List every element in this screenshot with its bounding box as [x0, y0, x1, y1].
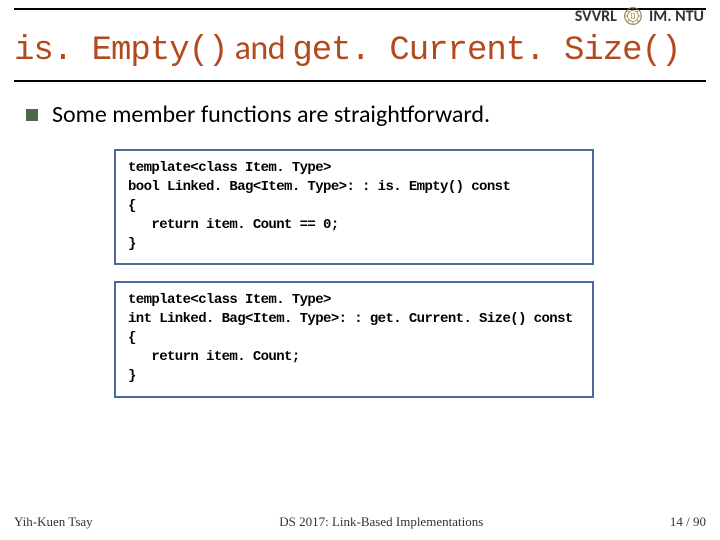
footer: Yih-Kuen Tsay DS 2017: Link-Based Implem… — [14, 514, 706, 530]
code-text-1: template<class Item. Type> bool Linked. … — [128, 159, 580, 253]
code-block-isempty: template<class Item. Type> bool Linked. … — [114, 149, 594, 265]
title-code-1: is. Empty() — [14, 32, 227, 70]
footer-author: Yih-Kuen Tsay — [14, 514, 93, 530]
slide-title: is. Empty() and get. Current. Size() — [14, 28, 706, 70]
footer-page: 14 / 90 — [670, 514, 706, 530]
code-text-2: template<class Item. Type> int Linked. B… — [128, 291, 580, 385]
bullet-row: Some member functions are straightforwar… — [26, 100, 694, 129]
header: SVVRL IM. NTU — [575, 6, 704, 26]
bullet-icon — [26, 109, 38, 121]
slide: is. Empty() and get. Current. Size() SVV… — [0, 0, 720, 540]
code-block-getcurrentsize: template<class Item. Type> int Linked. B… — [114, 281, 594, 397]
title-code-2: get. Current. Size() — [292, 32, 680, 70]
footer-course: DS 2017: Link-Based Implementations — [279, 514, 483, 530]
ntu-logo-icon — [623, 6, 643, 26]
header-left: SVVRL — [575, 7, 617, 26]
bullet-text: Some member functions are straightforwar… — [52, 100, 490, 129]
title-and: and — [227, 28, 292, 69]
slide-body: Some member functions are straightforwar… — [26, 100, 694, 414]
header-right: IM. NTU — [649, 7, 704, 26]
